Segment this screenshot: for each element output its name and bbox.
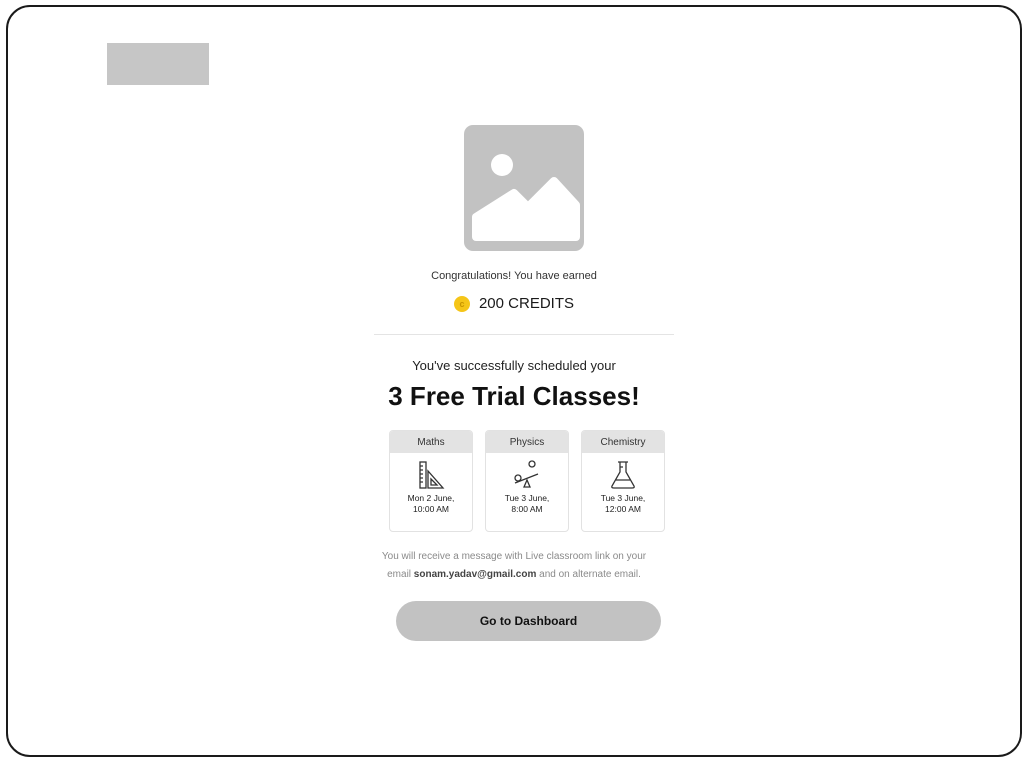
ruler-set-square-icon: [390, 459, 472, 491]
logo-placeholder[interactable]: [107, 43, 209, 85]
class-card-chemistry[interactable]: Chemistry Tue 3 June, 12:00 AM: [581, 430, 665, 532]
seesaw-icon: [486, 459, 568, 491]
class-subject: Physics: [486, 431, 568, 453]
message-line-1: You will receive a message with Live cla…: [381, 551, 647, 562]
class-card-physics[interactable]: Physics Tue 3 June, 8:00 AM: [485, 430, 569, 532]
class-date: Tue 3 June, 8:00 AM: [504, 493, 550, 514]
class-cards: Maths Mon 2 June, 10:00 AM Physics Tue 3…: [389, 430, 665, 532]
scheduled-intro: You've successfully scheduled your: [412, 358, 616, 373]
image-placeholder-icon: [464, 125, 584, 251]
credits-row: c 200 CREDITS: [8, 295, 1020, 312]
confirmation-message: You will receive a message with Live cla…: [8, 548, 1020, 584]
class-subject: Maths: [390, 431, 472, 453]
congrats-text: Congratulations! You have earned: [431, 270, 597, 282]
message-email-suffix: and on alternate email.: [539, 569, 641, 580]
page-title: 3 Free Trial Classes!: [388, 381, 640, 411]
message-line-2: email sonam.yadav@gmail.com and on alter…: [8, 566, 1020, 584]
divider: [374, 334, 674, 335]
flask-icon: [582, 459, 664, 491]
message-email-prefix: email: [387, 569, 412, 580]
class-date: Tue 3 June, 12:00 AM: [600, 493, 646, 514]
class-card-maths[interactable]: Maths Mon 2 June, 10:00 AM: [389, 430, 473, 532]
class-date: Mon 2 June, 10:00 AM: [407, 493, 455, 514]
class-subject: Chemistry: [582, 431, 664, 453]
coin-icon: c: [453, 295, 470, 312]
credits-amount: 200 CREDITS: [478, 295, 575, 312]
app-window: Congratulations! You have earned c 200 C…: [6, 5, 1022, 757]
email-address: sonam.yadav@gmail.com: [413, 569, 537, 580]
go-to-dashboard-button[interactable]: Go to Dashboard: [396, 601, 661, 641]
